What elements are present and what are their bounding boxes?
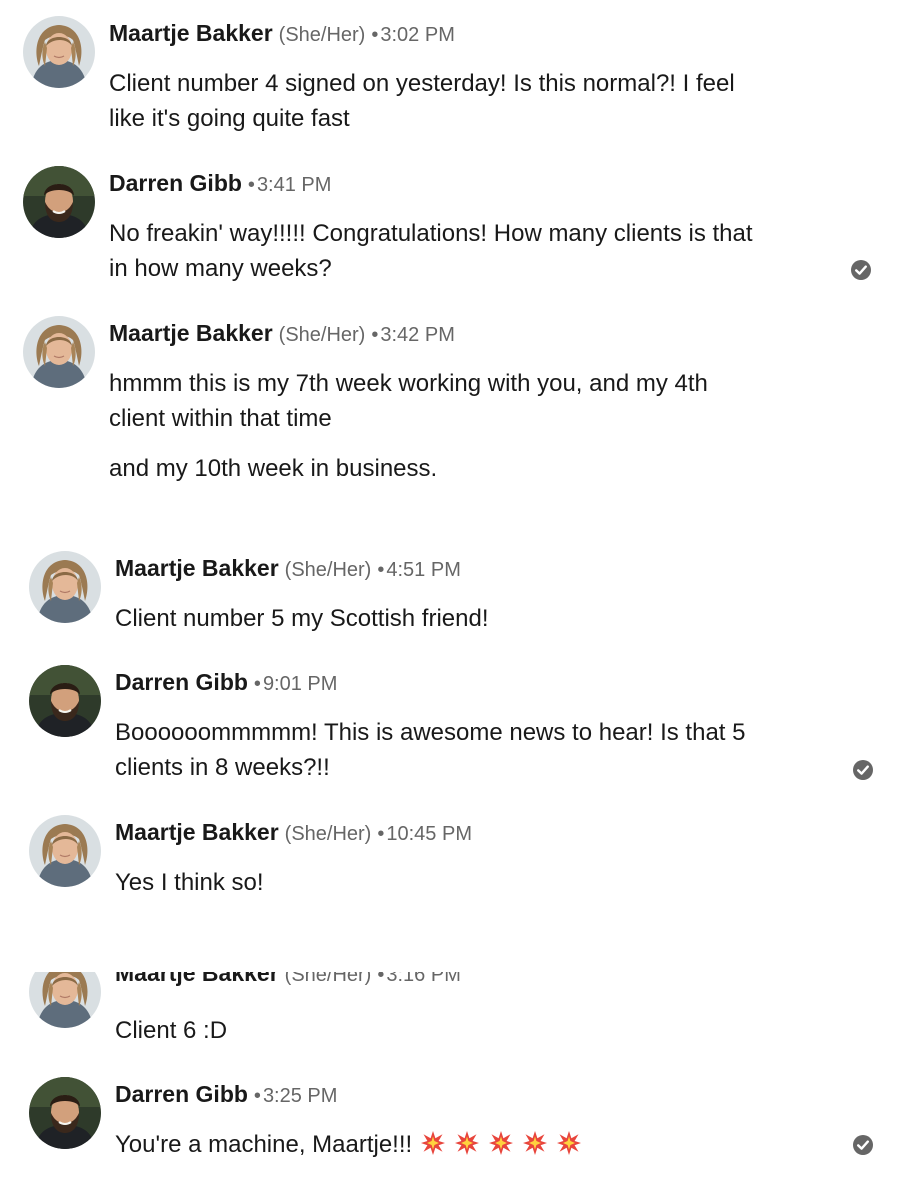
sender-name[interactable]: Maartje Bakker (109, 320, 273, 346)
message-item: Maartje Bakker (She/Her) • 3:16 PM Client 6… (0, 972, 907, 1062)
avatar[interactable] (29, 972, 101, 1028)
message-text: You're a machine, Maartje!!! (115, 1127, 582, 1162)
timestamp: 3:41 PM (256, 174, 332, 196)
message-line: Client 6 :D (115, 1017, 228, 1044)
collision-icon (488, 1130, 514, 1156)
message-text: Client 6 :D (115, 1013, 227, 1048)
avatar[interactable] (23, 316, 95, 388)
sender-name[interactable]: Maartje Bakker (109, 20, 273, 46)
message-line: in how many weeks? (109, 255, 332, 282)
message-item: Maartje Bakker (She/Her) • 3:42 PM hmmm thi… (0, 300, 907, 520)
sender-pronouns: (She/Her) (278, 24, 366, 46)
timestamp: 10:45 PM (386, 823, 472, 845)
avatar[interactable] (23, 166, 95, 238)
sender-pronouns: (She/Her) (284, 559, 372, 581)
separator: • (377, 823, 385, 845)
collision-icon (556, 1130, 582, 1156)
message-item: Maartje Bakker (She/Her) • 4:51 PM Client n… (0, 535, 907, 650)
message-line: Client number 4 signed on yesterday! Is … (109, 70, 735, 97)
message-line: client within that time (109, 405, 332, 432)
message-item: Darren Gibb • 3:25 PM You're a machine, Ma… (0, 1061, 907, 1194)
separator: • (253, 1085, 261, 1107)
separator: • (371, 324, 379, 346)
sender-pronouns: (She/Her) (284, 972, 372, 986)
message-text: Client number 4 signed on yesterday! Is … (109, 66, 735, 136)
separator: • (371, 24, 379, 46)
separator: • (377, 559, 385, 581)
separator: • (247, 174, 255, 196)
avatar[interactable] (29, 1077, 101, 1149)
message-line: You're a machine, Maartje!!! (115, 1131, 413, 1158)
message-text: Client number 5 my Scottish friend! (115, 601, 489, 636)
sender-name[interactable]: Maartje Bakker (115, 555, 279, 581)
collision-icon (420, 1130, 446, 1156)
message-text: Yes I think so! (115, 865, 264, 900)
message-item: Darren Gibb • 9:01 PM Boooooommmmm! This i… (0, 649, 907, 799)
timestamp: 9:01 PM (262, 673, 338, 695)
sender-name[interactable]: Darren Gibb (115, 1081, 248, 1107)
message-header: Maartje Bakker (She/Her) • 3:42 PM (109, 319, 455, 349)
message-text: No freakin' way!!!!! Congratulations! Ho… (109, 216, 753, 286)
message-line: like it's going quite fast (109, 105, 350, 132)
message-header: Darren Gibb • 3:25 PM (115, 1080, 337, 1110)
avatar[interactable] (23, 16, 95, 88)
timestamp: 3:16 PM (386, 972, 461, 986)
message-header: Maartje Bakker (She/Her) • 3:16 PM (115, 972, 461, 989)
separator: • (377, 972, 385, 986)
message-header: Darren Gibb • 9:01 PM (115, 668, 337, 698)
message-line: Yes I think so! (115, 869, 264, 896)
avatar[interactable] (29, 551, 101, 623)
timestamp: 3:42 PM (380, 324, 455, 346)
message-text: hmmm this is my 7th week working with yo… (109, 366, 708, 436)
timestamp: 3:25 PM (262, 1085, 338, 1107)
sender-name[interactable]: Darren Gibb (109, 170, 242, 196)
sender-name[interactable]: Maartje Bakker (115, 972, 279, 986)
avatar[interactable] (29, 815, 101, 887)
avatar[interactable] (29, 665, 101, 737)
collision-icon (454, 1130, 480, 1156)
separator: • (253, 673, 261, 695)
check-circle-icon (850, 259, 872, 281)
message-line: Boooooommmmm! This is awesome news to he… (115, 719, 746, 746)
emoji-row (412, 1131, 582, 1158)
message-header: Maartje Bakker (She/Her) • 10:45 PM (115, 818, 472, 848)
message-header: Maartje Bakker (She/Her) • 4:51 PM (115, 554, 461, 584)
check-circle-icon (852, 1134, 874, 1156)
message-line: Client number 5 my Scottish friend! (115, 605, 489, 632)
message-item: Maartje Bakker (She/Her) • 10:45 PM Yes I t… (0, 799, 907, 914)
message-header: Maartje Bakker (She/Her) • 3:02 PM (109, 19, 455, 49)
sender-name[interactable]: Darren Gibb (115, 669, 248, 695)
timestamp: 3:02 PM (380, 24, 455, 46)
message-item: Darren Gibb • 3:41 PM No freakin' way!!!!!… (0, 150, 907, 300)
message-line: No freakin' way!!!!! Congratulations! Ho… (109, 220, 753, 247)
check-circle-icon (852, 759, 874, 781)
collision-icon (522, 1130, 548, 1156)
message-line: clients in 8 weeks?!! (115, 754, 330, 781)
sender-name[interactable]: Maartje Bakker (115, 819, 279, 845)
sender-pronouns: (She/Her) (278, 324, 366, 346)
message-item: Maartje Bakker (She/Her) • 3:02 PM Client n… (0, 0, 907, 150)
timestamp: 4:51 PM (386, 559, 461, 581)
message-header: Darren Gibb • 3:41 PM (109, 169, 331, 199)
message-text: Boooooommmmm! This is awesome news to he… (115, 715, 745, 785)
message-line: hmmm this is my 7th week working with yo… (109, 370, 708, 397)
sender-pronouns: (She/Her) (284, 823, 372, 845)
message-text: and my 10th week in business. (109, 455, 438, 482)
